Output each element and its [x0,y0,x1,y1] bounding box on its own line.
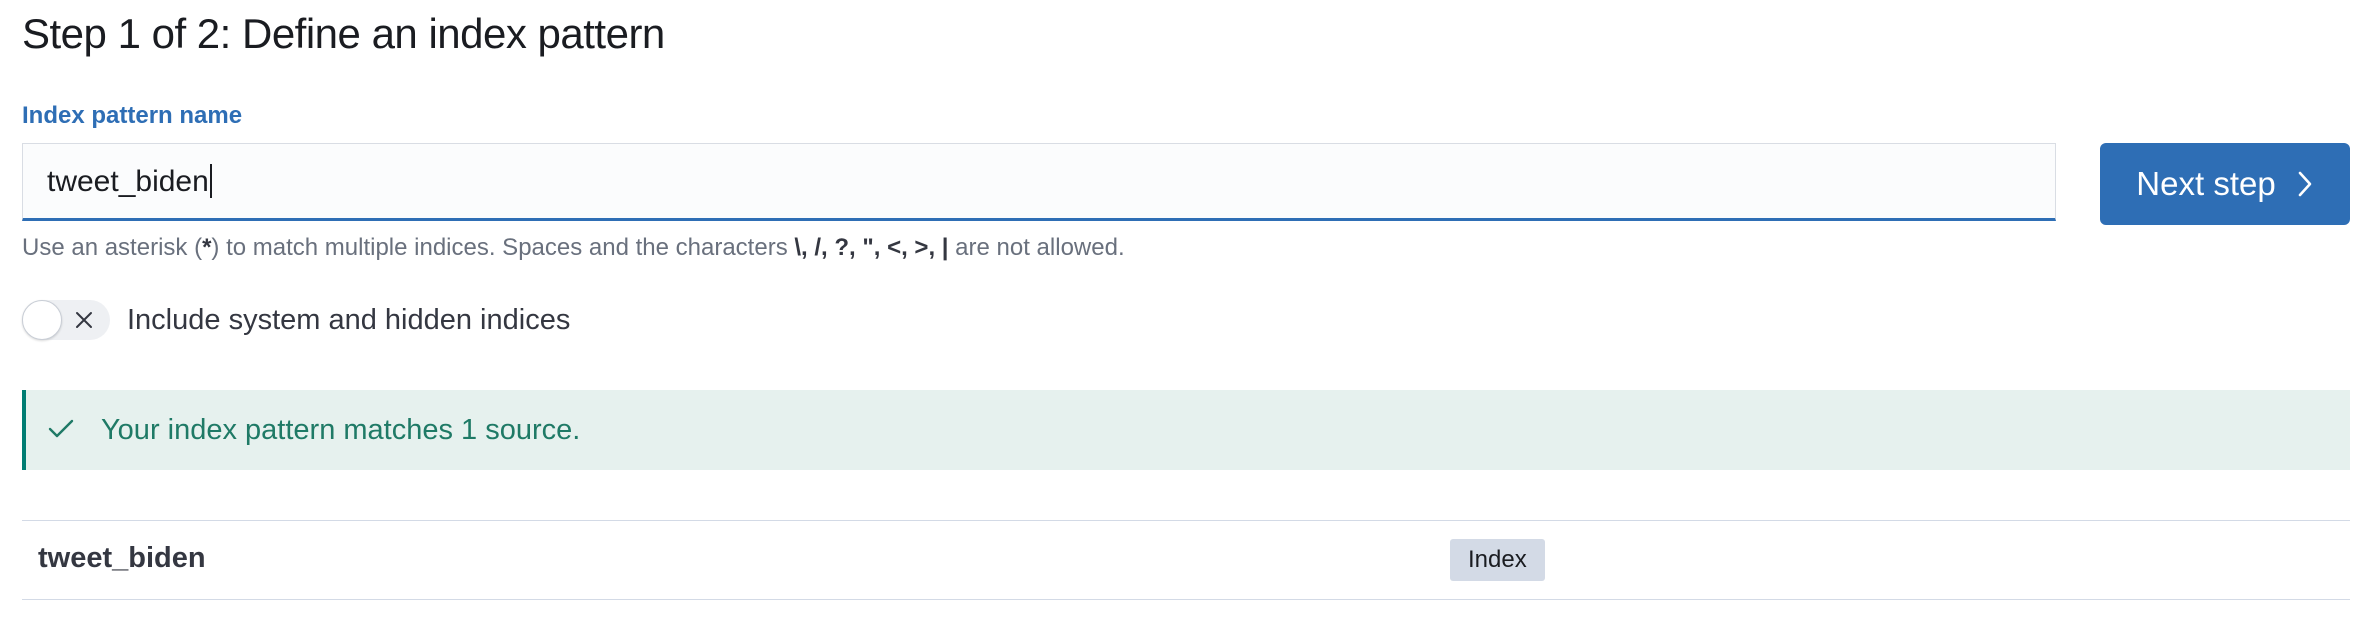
index-pattern-name-value[interactable]: tweet_biden [47,144,212,219]
include-hidden-indices-label[interactable]: Include system and hidden indices [127,302,570,338]
help-text-prefix: Use an asterisk ( [22,234,203,261]
help-text-middle: ) to match multiple indices. Spaces and … [211,234,795,261]
toggle-knob [22,300,62,340]
chevron-right-icon [2296,170,2314,198]
next-step-button-label: Next step [2136,165,2276,202]
help-text-suffix: are not allowed. [948,234,1125,261]
match-success-callout: Your index pattern matches 1 source. [22,390,2350,470]
source-type-badge: Index [1450,539,1545,581]
callout-message: Your index pattern matches 1 source. [101,414,581,446]
index-pattern-name-label: Index pattern name [22,102,243,129]
table-bottom-divider [22,599,2350,600]
cross-icon [72,308,96,337]
index-pattern-step1: Step 1 of 2: Define an index pattern Ind… [0,0,2362,618]
text-caret [209,164,212,199]
index-pattern-name-input[interactable]: tweet_biden [22,143,2056,221]
index-pattern-help-text: Use an asterisk (*) to match multiple in… [22,232,1125,264]
next-step-button[interactable]: Next step [2100,143,2350,225]
input-value-text: tweet_biden [47,165,209,198]
help-text-forbidden-chars: \, /, ?, ", <, >, | [794,234,949,261]
table-top-divider [22,520,2350,521]
source-name: tweet_biden [38,542,206,574]
include-hidden-indices-toggle[interactable] [22,300,110,340]
page-title: Step 1 of 2: Define an index pattern [22,10,665,57]
check-icon [48,418,74,445]
help-text-asterisk: * [202,234,212,261]
